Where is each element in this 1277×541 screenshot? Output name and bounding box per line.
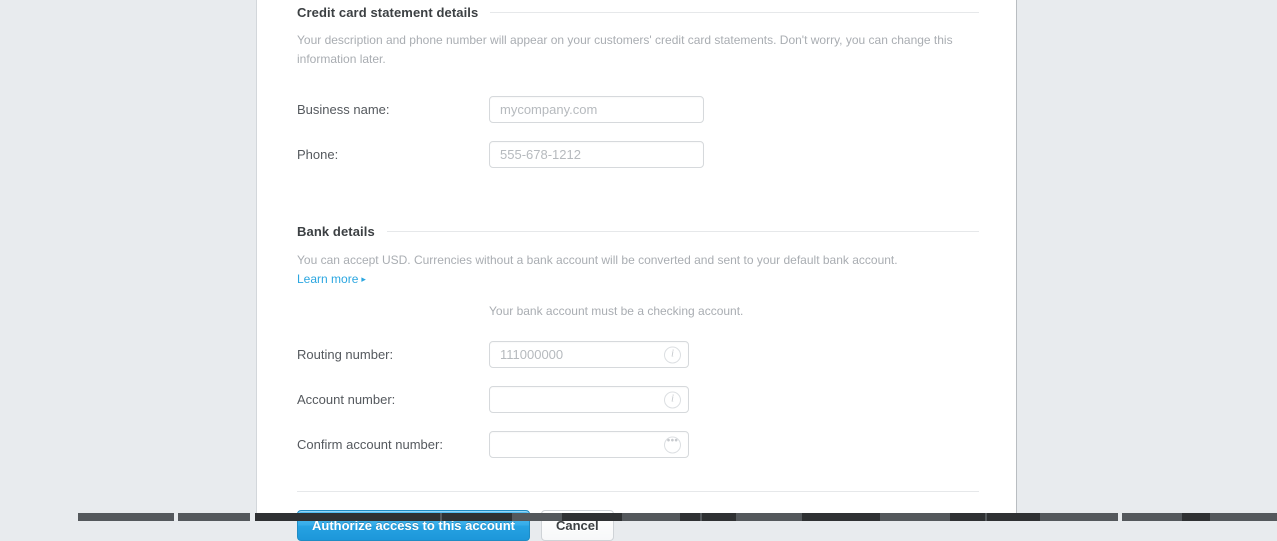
confirm-account-number-input-wrap: ••• — [489, 431, 689, 458]
routing-number-input[interactable] — [489, 341, 689, 368]
bank-section-header: Bank details — [297, 224, 979, 239]
bank-section-description: You can accept USD. Currencies without a… — [297, 253, 898, 267]
account-number-label: Account number: — [297, 391, 396, 407]
statement-section-description: Your description and phone number will a… — [297, 33, 953, 66]
phone-input-wrap — [489, 141, 704, 168]
content-panel: Credit card statement details Your descr… — [256, 0, 1017, 541]
info-icon[interactable]: i — [664, 391, 681, 408]
field-row-business-name: Business name: — [297, 96, 979, 123]
confirm-account-number-label: Confirm account number: — [297, 436, 443, 452]
learn-more-link[interactable]: Learn more ▸ — [297, 272, 366, 286]
info-icon-glyph: i — [670, 347, 675, 360]
field-row-phone: Phone: — [297, 141, 979, 168]
ellipsis-icon-glyph: ••• — [666, 435, 679, 447]
bottom-edge-strip — [0, 513, 1277, 521]
section-header-rule — [490, 12, 979, 13]
statement-section-header: Credit card statement details — [297, 5, 979, 20]
phone-input[interactable] — [489, 141, 704, 168]
bank-section-header-rule — [386, 231, 979, 232]
routing-number-input-wrap: i — [489, 341, 689, 368]
info-icon-glyph: i — [670, 392, 675, 405]
bank-section-title: Bank details — [297, 224, 375, 239]
business-name-input-wrap — [489, 96, 704, 123]
learn-more-label: Learn more — [297, 272, 359, 286]
checking-account-note: Your bank account must be a checking acc… — [489, 304, 744, 318]
field-row-routing-number: Routing number: i — [297, 341, 979, 368]
business-name-label: Business name: — [297, 101, 390, 117]
phone-label: Phone: — [297, 146, 339, 162]
account-number-input[interactable] — [489, 386, 689, 413]
info-icon[interactable]: i — [664, 346, 681, 363]
ellipsis-icon[interactable]: ••• — [664, 436, 681, 453]
routing-number-label: Routing number: — [297, 346, 394, 362]
chevron-right-icon: ▸ — [361, 273, 366, 284]
bank-helper-row: Your bank account must be a checking acc… — [297, 304, 979, 318]
field-row-confirm-account-number: Confirm account number: ••• — [297, 431, 979, 458]
settings-form: Credit card statement details Your descr… — [297, 0, 979, 541]
field-row-account-number: Account number: i — [297, 386, 979, 413]
business-name-input[interactable] — [489, 96, 704, 123]
confirm-account-number-input[interactable] — [489, 431, 689, 458]
statement-section-title: Credit card statement details — [297, 5, 479, 20]
actions-divider — [297, 491, 979, 492]
page-viewport: Credit card statement details Your descr… — [0, 0, 1277, 541]
account-number-input-wrap: i — [489, 386, 689, 413]
